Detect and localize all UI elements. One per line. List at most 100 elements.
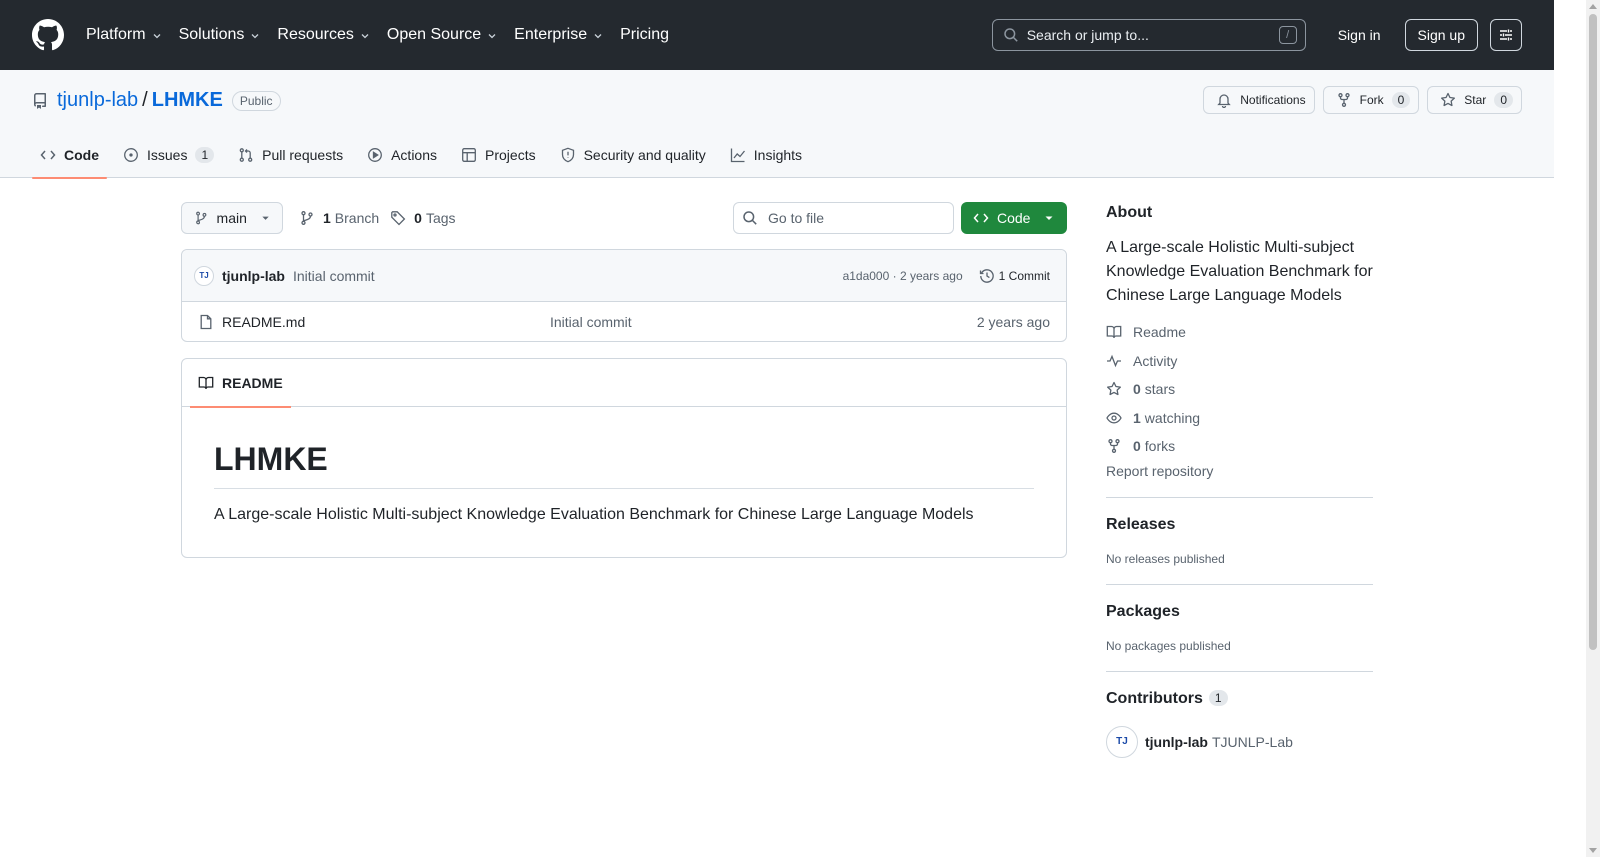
commit-sha-time[interactable]: a1da000 · 2 years ago (843, 269, 963, 283)
go-to-file-placeholder: Go to file (768, 210, 825, 226)
releases-empty-text: No releases published (1106, 551, 1225, 566)
watching-label: watching (1144, 409, 1201, 426)
table-row[interactable]: README.md Initial commit 2 years ago (182, 302, 1066, 341)
star-button[interactable]: Star 0 (1427, 86, 1522, 114)
tags-count: 0 (414, 210, 422, 226)
commits-history-link[interactable]: 1 Commit (979, 268, 1050, 284)
search-icon (743, 211, 757, 225)
nav-platform[interactable]: Platform (86, 26, 163, 44)
packages-heading[interactable]: Packages (1106, 603, 1373, 621)
avatar[interactable]: TJ (1106, 725, 1138, 758)
chevron-down-icon (594, 34, 602, 39)
tab-actions[interactable]: Actions (359, 132, 445, 178)
scrollbar-thumb[interactable] (1589, 14, 1597, 650)
tab-issues[interactable]: Issues 1 (115, 132, 222, 178)
tab-pull-requests-label: Pull requests (262, 147, 344, 163)
chevron-down-icon (361, 34, 369, 39)
notifications-label: Notifications (1240, 93, 1306, 107)
commits-count-label: 1 Commit (998, 268, 1050, 283)
commit-message-link[interactable]: Initial commit (293, 268, 375, 284)
forks-label: forks (1144, 438, 1176, 455)
fork-count: 0 (1391, 92, 1411, 108)
git-branch-icon (301, 211, 313, 225)
report-repository-link[interactable]: Report repository (1106, 463, 1373, 479)
play-icon (368, 148, 383, 162)
readme-heading: LHMKE (214, 441, 1034, 489)
scroll-down-arrow-icon[interactable] (1589, 848, 1597, 853)
chevron-down-icon (153, 34, 161, 39)
contributors-count: 1 (1208, 689, 1228, 706)
nav-open-source[interactable]: Open Source (387, 26, 498, 44)
stars-link[interactable]: 0 stars (1106, 375, 1373, 404)
search-shortcut-key: / (1278, 26, 1297, 44)
nav-solutions-label: Solutions (178, 26, 245, 43)
nav-resources-label: Resources (277, 26, 354, 43)
tab-projects-label: Projects (485, 147, 536, 163)
page-scrollbar[interactable] (1586, 0, 1600, 857)
repo-path-separator: / (142, 89, 148, 111)
tab-pull-requests[interactable]: Pull requests (230, 132, 351, 178)
table-icon (462, 148, 476, 162)
file-icon (200, 314, 212, 329)
readme-header: README (182, 359, 1066, 408)
file-name-link[interactable]: README.md (222, 314, 550, 330)
activity-link[interactable]: Activity (1106, 347, 1373, 376)
tab-insights[interactable]: Insights (722, 132, 810, 178)
latest-commit-bar: TJ tjunlp-lab Initial commit a1da000 · 2… (182, 250, 1066, 302)
branch-select-button[interactable]: main (181, 202, 283, 234)
contributor-login-link[interactable]: tjunlp-lab (1145, 734, 1208, 750)
nav-solutions[interactable]: Solutions (179, 26, 262, 44)
code-dropdown-button[interactable]: Code (961, 202, 1067, 234)
readme-tab[interactable]: README (190, 359, 291, 408)
tags-link[interactable]: 0 Tags (390, 210, 456, 226)
scroll-up-arrow-icon[interactable] (1589, 4, 1597, 9)
file-commit-age: 2 years ago (976, 313, 1050, 330)
branch-name: main (216, 210, 247, 226)
sliders-icon (1500, 29, 1512, 41)
tab-insights-label: Insights (753, 147, 803, 163)
appearance-settings-button[interactable] (1490, 19, 1522, 51)
sign-in-link[interactable]: Sign in (1322, 27, 1397, 43)
visibility-badge: Public (231, 90, 281, 111)
releases-heading[interactable]: Releases (1106, 516, 1373, 534)
tab-security[interactable]: Security and quality (552, 132, 714, 178)
repo-actions: Notifications Fork 0 Star 0 (1195, 86, 1522, 114)
commit-author-link[interactable]: tjunlp-lab (222, 268, 285, 284)
activity-link-label: Activity (1133, 352, 1178, 369)
eye-icon (1106, 412, 1122, 424)
search-placeholder: Search or jump to... (1026, 27, 1149, 43)
stars-label: stars (1144, 381, 1176, 398)
readme-tab-label: README (222, 375, 283, 391)
pulse-icon (1107, 354, 1121, 367)
triangle-down-icon (262, 216, 269, 220)
watching-count: 1 (1133, 409, 1141, 426)
branches-link[interactable]: 1 Branch (299, 210, 379, 226)
tab-code[interactable]: Code (32, 132, 107, 179)
nav-resources[interactable]: Resources (277, 26, 370, 44)
go-to-file-input[interactable]: Go to file (733, 202, 954, 234)
git-branch-icon (196, 211, 207, 225)
github-logo-icon[interactable] (32, 19, 64, 51)
sign-up-button[interactable]: Sign up (1404, 19, 1478, 51)
star-icon (1441, 92, 1456, 107)
avatar-initials: TJ (199, 271, 209, 280)
tab-projects[interactable]: Projects (453, 132, 544, 178)
nav-enterprise[interactable]: Enterprise (514, 26, 604, 44)
repo-forked-icon (1337, 93, 1350, 107)
nav-pricing[interactable]: Pricing (620, 26, 669, 44)
file-browser: TJ tjunlp-lab Initial commit a1da000 · 2… (181, 249, 1067, 342)
forks-link[interactable]: 0 forks (1106, 432, 1373, 461)
tab-actions-label: Actions (391, 147, 438, 163)
global-search-input[interactable]: Search or jump to... / (991, 19, 1306, 51)
file-commit-message-link[interactable]: Initial commit (550, 314, 632, 330)
repo-icon (34, 92, 46, 109)
fork-button[interactable]: Fork 0 (1322, 86, 1420, 114)
readme-link[interactable]: Readme (1106, 318, 1373, 347)
notifications-button[interactable]: Notifications (1203, 86, 1315, 114)
avatar[interactable]: TJ (194, 265, 214, 286)
issue-opened-icon (124, 148, 138, 162)
contributors-heading[interactable]: Contributors (1106, 690, 1203, 708)
watchers-link[interactable]: 1 watching (1106, 404, 1373, 433)
repo-name-link[interactable]: LHMKE (152, 89, 223, 112)
repo-owner-link[interactable]: tjunlp-lab (57, 89, 138, 112)
